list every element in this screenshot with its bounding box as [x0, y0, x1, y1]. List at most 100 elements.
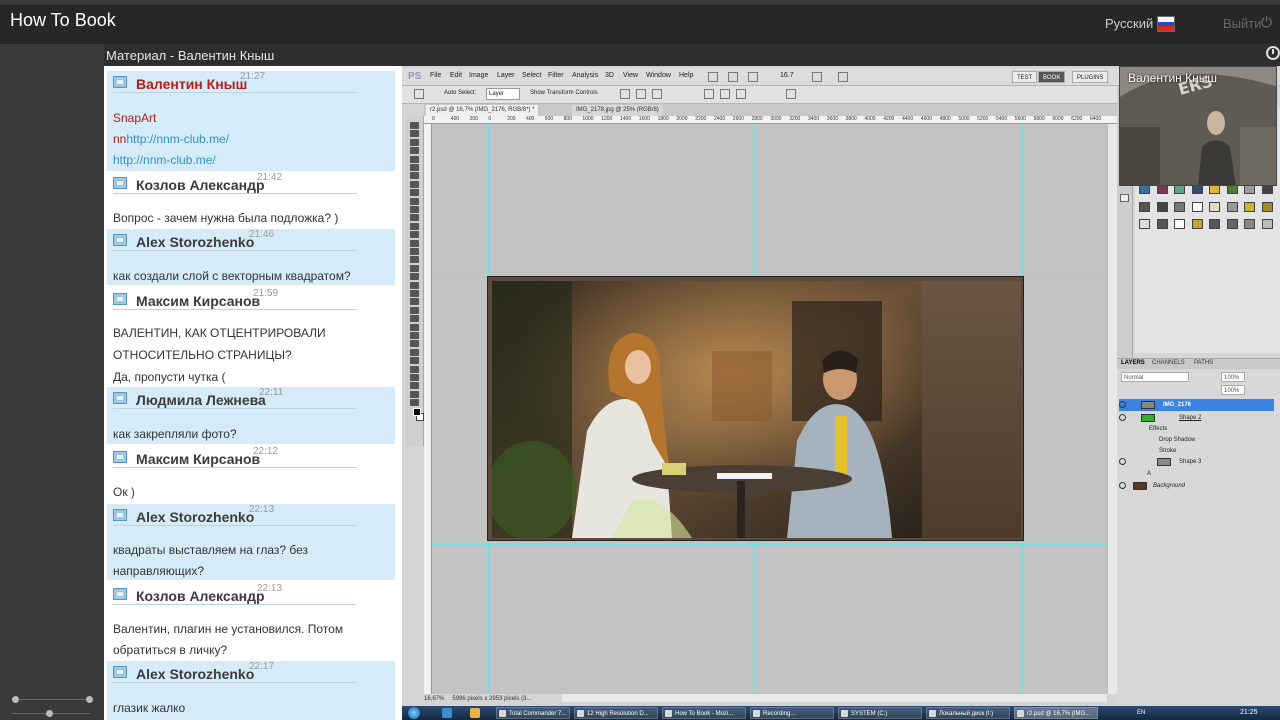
opacity-field[interactable]: 100% [1221, 372, 1245, 382]
taskbar-clock[interactable]: 21:25 [1240, 707, 1258, 719]
zoom-field[interactable]: 16.7 [780, 72, 794, 79]
language-selector[interactable]: Русский [1105, 16, 1153, 31]
distribute-icon[interactable] [736, 89, 746, 99]
tool-icon[interactable] [410, 332, 419, 339]
auto-align-icon[interactable] [786, 89, 796, 99]
status-zoom[interactable]: 16,67% [424, 696, 444, 702]
distribute-icon[interactable] [704, 89, 714, 99]
color-swatch[interactable] [1174, 219, 1185, 229]
tool-icon[interactable] [410, 290, 419, 297]
layer-group-row[interactable]: A [1119, 468, 1274, 480]
auto-select-dropdown[interactable]: Layer [486, 88, 520, 100]
tool-icon[interactable] [410, 172, 419, 180]
task-local-drive[interactable]: Локальный диск (I:) [926, 707, 1010, 719]
color-swatch[interactable] [1191, 219, 1203, 229]
tool-icon[interactable] [410, 248, 419, 255]
color-swatch[interactable] [1209, 201, 1220, 212]
foreground-color-swatch[interactable] [413, 408, 421, 416]
task-system-drive[interactable]: SYSTEM (C:) [838, 707, 922, 719]
color-swatch[interactable] [1261, 219, 1273, 229]
material-power-icon[interactable] [1266, 46, 1280, 60]
tool-icon[interactable] [410, 390, 419, 398]
tool-icon[interactable] [410, 256, 419, 264]
layer-row-selected[interactable]: IMG_2176 [1119, 399, 1274, 411]
color-swatch[interactable] [1139, 219, 1150, 229]
tab-channels[interactable]: CHANNELS [1152, 360, 1185, 366]
tool-icon[interactable] [410, 147, 419, 155]
tool-icon[interactable] [410, 239, 419, 247]
canvas-horizontal-scrollbar[interactable] [562, 694, 1107, 702]
doc-tab-active[interactable]: r2.psd @ 16,7% (IMG_2176, RGB/8*) * [426, 105, 539, 116]
minibridge-icon[interactable] [728, 72, 738, 82]
arrange-icon[interactable] [812, 72, 822, 82]
couple-cafe-photo[interactable] [492, 281, 922, 538]
workspace-test[interactable]: TEST [1012, 71, 1038, 83]
align-middle-icon[interactable] [636, 89, 646, 99]
distribute-icon[interactable] [720, 89, 730, 99]
workspace-plugins[interactable]: PLUGINS [1072, 71, 1109, 83]
ps-canvas[interactable] [432, 124, 1107, 694]
tool-icon[interactable] [410, 197, 419, 205]
color-swatch[interactable] [1261, 201, 1273, 212]
task-photoshop[interactable]: r2.psd @ 16,7% (IMG... [1014, 707, 1098, 719]
align-top-icon[interactable] [620, 89, 630, 99]
tool-icon[interactable] [410, 180, 419, 188]
color-swatch[interactable] [1156, 201, 1168, 212]
start-button[interactable] [408, 707, 420, 719]
tool-icon[interactable] [410, 315, 419, 323]
task-recording[interactable]: Recording... [750, 707, 834, 719]
chat-panel[interactable]: Валентин Кныш 21:27 SnapArt nnhttp://nnm… [104, 66, 402, 720]
menu-select[interactable]: Select [522, 72, 541, 79]
tool-icon[interactable] [410, 365, 419, 373]
guide-line[interactable] [432, 544, 1107, 545]
menu-image[interactable]: Image [469, 72, 488, 79]
tool-icon[interactable] [410, 323, 419, 331]
blend-mode-dropdown[interactable]: Normal [1121, 372, 1189, 382]
color-swatch[interactable] [1156, 219, 1168, 229]
tool-icon[interactable] [410, 206, 419, 213]
align-bottom-icon[interactable] [652, 89, 662, 99]
slider-knob[interactable] [12, 696, 19, 703]
tool-icon[interactable] [410, 231, 419, 239]
workspace-book[interactable]: BOOK [1038, 71, 1066, 83]
tool-icon[interactable] [410, 298, 419, 306]
color-swatch[interactable] [1226, 219, 1238, 229]
visibility-eye-icon[interactable] [1119, 414, 1126, 421]
tool-icon[interactable] [410, 222, 419, 230]
menu-layer[interactable]: Layer [497, 72, 515, 79]
tab-paths[interactable]: PATHS [1194, 360, 1213, 366]
show-transform-checkbox[interactable]: Show Transform Controls [530, 90, 598, 96]
color-swatch[interactable] [1226, 201, 1238, 212]
layer-shape-frame[interactable] [487, 276, 1024, 541]
message-link[interactable]: http://nnm-club.me/ [113, 153, 216, 167]
explorer-icon[interactable] [470, 708, 480, 718]
tool-icon[interactable] [410, 281, 419, 289]
color-swatch[interactable] [1191, 201, 1203, 212]
tray-language[interactable]: EN [1137, 707, 1145, 719]
tool-icon[interactable] [410, 340, 419, 348]
layer-row[interactable]: Shape 3 [1119, 456, 1274, 468]
fill-field[interactable]: 100% [1221, 385, 1245, 395]
task-firefox[interactable]: How To Book - Mozi... [662, 707, 746, 719]
doc-tab[interactable]: IMG_2178.jpg @ 25% (RGB/8) [572, 105, 663, 116]
color-swatch[interactable] [1139, 201, 1150, 212]
menu-help[interactable]: Help [679, 72, 693, 79]
logout-link[interactable]: Выйти [1223, 16, 1262, 31]
tool-icon[interactable] [410, 357, 419, 365]
ie-icon[interactable] [442, 708, 452, 718]
tool-icon[interactable] [410, 273, 419, 281]
tool-icon[interactable] [410, 382, 419, 390]
canvas-vertical-scrollbar[interactable] [1107, 124, 1117, 694]
tool-icon[interactable] [410, 264, 419, 272]
menu-analysis[interactable]: Analysis [572, 72, 598, 79]
tool-icon[interactable] [410, 374, 419, 381]
bridge-icon[interactable] [708, 72, 718, 82]
layers-panel[interactable]: LAYERS CHANNELS PATHS Normal 100% 100% I… [1117, 358, 1280, 703]
screen-mode-icon[interactable] [748, 72, 758, 82]
tool-icon[interactable] [410, 306, 419, 314]
menu-edit[interactable]: Edit [450, 72, 462, 79]
color-swatch[interactable] [1209, 219, 1220, 229]
tool-icon[interactable] [410, 155, 419, 163]
menu-view[interactable]: View [623, 72, 638, 79]
slider-track[interactable] [12, 699, 90, 700]
